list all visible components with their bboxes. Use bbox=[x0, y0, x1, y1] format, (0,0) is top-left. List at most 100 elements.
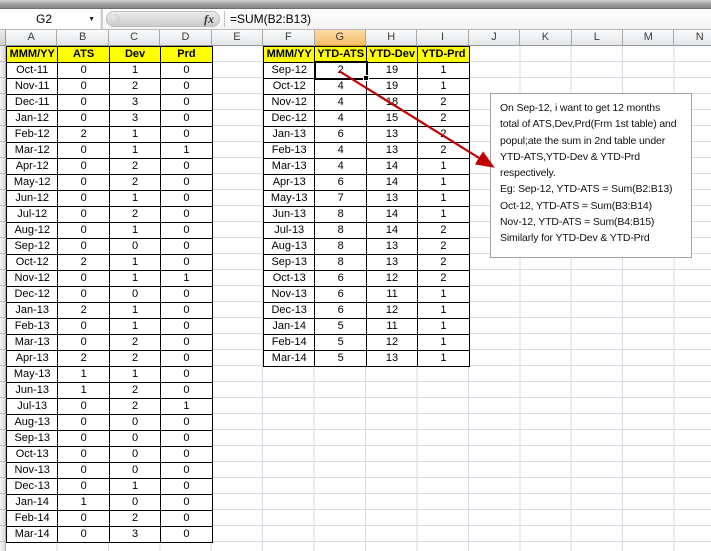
cell[interactable]: 14 bbox=[366, 223, 419, 239]
cell[interactable]: 2 bbox=[109, 79, 162, 95]
cell[interactable]: 0 bbox=[161, 111, 213, 127]
cell[interactable]: 12 bbox=[366, 271, 419, 287]
cell[interactable]: 0 bbox=[58, 63, 110, 79]
cell[interactable]: 1 bbox=[418, 79, 470, 95]
cell[interactable]: Dec-13 bbox=[7, 479, 59, 495]
cell[interactable]: 1 bbox=[58, 495, 110, 511]
insert-function-icon[interactable]: fx bbox=[204, 12, 214, 27]
cell[interactable]: 1 bbox=[109, 271, 162, 287]
cell[interactable]: 2 bbox=[418, 143, 470, 159]
cell[interactable]: Jan-14 bbox=[264, 319, 316, 335]
cell[interactable]: 0 bbox=[58, 111, 110, 127]
cell[interactable]: 19 bbox=[366, 79, 419, 95]
cell[interactable]: 2 bbox=[418, 239, 470, 255]
cell[interactable]: 0 bbox=[58, 399, 110, 415]
cell[interactable]: Dec-12 bbox=[7, 287, 59, 303]
cell[interactable]: Apr-12 bbox=[7, 159, 59, 175]
cell[interactable]: Feb-14 bbox=[264, 335, 316, 351]
cell[interactable]: 0 bbox=[161, 127, 213, 143]
column-header-D[interactable]: D bbox=[160, 30, 212, 46]
cell[interactable]: Oct-12 bbox=[264, 79, 316, 95]
cell[interactable]: 0 bbox=[58, 335, 110, 351]
cell[interactable]: 0 bbox=[161, 175, 213, 191]
cell[interactable]: 0 bbox=[58, 319, 110, 335]
cell[interactable]: 0 bbox=[58, 175, 110, 191]
cell[interactable]: 1 bbox=[418, 303, 470, 319]
cell[interactable]: 2 bbox=[418, 255, 470, 271]
cell[interactable]: 0 bbox=[58, 463, 110, 479]
column-header-N[interactable]: N bbox=[674, 30, 711, 46]
cell[interactable]: Mar-13 bbox=[7, 335, 59, 351]
formula-input[interactable]: =SUM(B2:B13) bbox=[230, 12, 311, 26]
cell[interactable]: Jan-13 bbox=[7, 303, 59, 319]
cell[interactable]: 0 bbox=[58, 143, 110, 159]
cell[interactable]: 6 bbox=[315, 303, 367, 319]
cell[interactable]: 8 bbox=[315, 223, 367, 239]
cell[interactable]: Jul-13 bbox=[264, 223, 316, 239]
cell[interactable]: 0 bbox=[109, 463, 162, 479]
cell[interactable]: 1 bbox=[109, 63, 162, 79]
cell[interactable]: 3 bbox=[109, 95, 162, 111]
cell[interactable]: 2 bbox=[58, 303, 110, 319]
cell[interactable]: 0 bbox=[109, 495, 162, 511]
column-header-G[interactable]: G bbox=[314, 30, 366, 46]
cell[interactable]: Aug-13 bbox=[264, 239, 316, 255]
cell[interactable]: Jan-12 bbox=[7, 111, 59, 127]
cell[interactable]: Aug-13 bbox=[7, 415, 59, 431]
cell[interactable]: 0 bbox=[58, 223, 110, 239]
cell[interactable]: Nov-13 bbox=[264, 287, 316, 303]
cell[interactable]: Mar-14 bbox=[7, 527, 59, 543]
cell[interactable]: Nov-12 bbox=[7, 271, 59, 287]
annotation-text-box[interactable]: On Sep-12, i want to get 12 months total … bbox=[490, 93, 692, 258]
cell[interactable]: 0 bbox=[58, 159, 110, 175]
cell[interactable]: 0 bbox=[58, 479, 110, 495]
cell[interactable]: 1 bbox=[58, 383, 110, 399]
cell[interactable]: Mar-12 bbox=[7, 143, 59, 159]
column-header-L[interactable]: L bbox=[571, 30, 624, 46]
cell[interactable]: 3 bbox=[109, 111, 162, 127]
cell[interactable]: 0 bbox=[161, 79, 213, 95]
cell[interactable]: 1 bbox=[109, 127, 162, 143]
cell[interactable]: Mar-13 bbox=[264, 159, 316, 175]
cell[interactable]: 4 bbox=[315, 159, 367, 175]
column-header-C[interactable]: C bbox=[108, 30, 161, 46]
cell[interactable]: May-13 bbox=[7, 367, 59, 383]
cell[interactable]: 14 bbox=[366, 207, 419, 223]
column-header-J[interactable]: J bbox=[468, 30, 521, 46]
cell[interactable]: 1 bbox=[418, 159, 470, 175]
cell[interactable]: 0 bbox=[58, 511, 110, 527]
cell[interactable]: 1 bbox=[418, 351, 470, 367]
cell[interactable]: 0 bbox=[161, 431, 213, 447]
cell[interactable]: Sep-12 bbox=[264, 63, 316, 79]
cell[interactable]: Aug-12 bbox=[7, 223, 59, 239]
cell[interactable]: 1 bbox=[109, 223, 162, 239]
cell[interactable]: 0 bbox=[58, 271, 110, 287]
cell[interactable]: Sep-13 bbox=[264, 255, 316, 271]
column-header-H[interactable]: H bbox=[365, 30, 418, 46]
cell[interactable]: 2 bbox=[109, 383, 162, 399]
cell[interactable]: 0 bbox=[58, 447, 110, 463]
cell[interactable]: Oct-11 bbox=[7, 63, 59, 79]
cell[interactable]: 1 bbox=[161, 399, 213, 415]
column-header-B[interactable]: B bbox=[57, 30, 109, 46]
cell[interactable]: 12 bbox=[366, 303, 419, 319]
cell[interactable]: 14 bbox=[366, 175, 419, 191]
cell[interactable]: 6 bbox=[315, 287, 367, 303]
cell[interactable]: Jun-13 bbox=[264, 207, 316, 223]
cell[interactable]: 0 bbox=[161, 159, 213, 175]
cell[interactable]: 5 bbox=[315, 335, 367, 351]
cell[interactable]: 1 bbox=[418, 319, 470, 335]
cell[interactable]: 2 bbox=[418, 127, 470, 143]
cell[interactable]: 4 bbox=[315, 111, 367, 127]
cell[interactable]: 1 bbox=[161, 271, 213, 287]
cell[interactable]: 13 bbox=[366, 239, 419, 255]
cell[interactable]: 0 bbox=[58, 431, 110, 447]
cell[interactable]: 1 bbox=[58, 367, 110, 383]
column-header-A[interactable]: A bbox=[6, 30, 58, 46]
cell[interactable]: 0 bbox=[161, 447, 213, 463]
column-header-M[interactable]: M bbox=[623, 30, 675, 46]
cell[interactable]: 12 bbox=[366, 335, 419, 351]
cell[interactable]: 15 bbox=[366, 111, 419, 127]
cell[interactable]: 0 bbox=[161, 303, 213, 319]
cell[interactable]: 0 bbox=[109, 415, 162, 431]
